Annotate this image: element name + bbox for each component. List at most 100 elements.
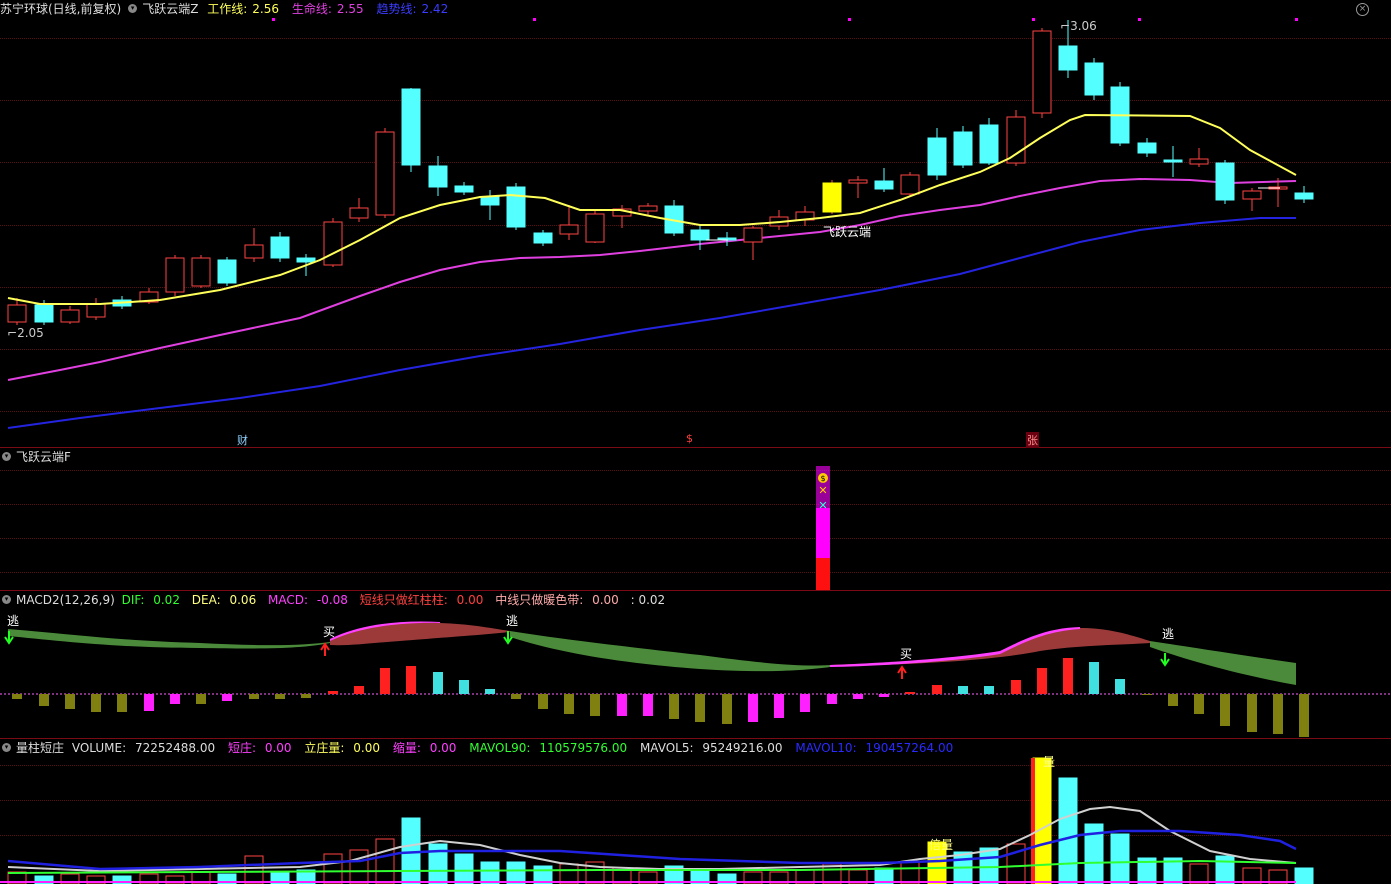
top-marker bbox=[1138, 18, 1141, 21]
price-panel-header: 苏宁环球(日线,前复权) ▾ 飞跃云端Z 工作线: 2.56 生命线: 2.55 趋势线… bbox=[0, 0, 458, 18]
event-finance-marker[interactable]: 财 bbox=[237, 432, 248, 448]
volume-bar bbox=[480, 861, 500, 884]
volume-bar bbox=[1215, 855, 1235, 884]
macd-histogram-bar bbox=[275, 694, 285, 699]
stand-volume-value: 立庄量: 0.00 bbox=[304, 741, 380, 755]
chevron-down-icon[interactable]: ▾ bbox=[128, 4, 138, 13]
volume-bar bbox=[900, 861, 920, 884]
macd-histogram-bar bbox=[853, 694, 863, 699]
candle-body bbox=[506, 186, 526, 228]
event-dollar-marker[interactable]: $ bbox=[686, 432, 693, 445]
candle-body bbox=[559, 224, 579, 235]
candle-body bbox=[874, 180, 894, 190]
candle-body bbox=[454, 185, 474, 193]
volume-bar bbox=[375, 838, 395, 884]
svg-text:✕: ✕ bbox=[818, 499, 827, 512]
signal-text: 飞跃云端 bbox=[823, 225, 872, 239]
candle-body bbox=[217, 259, 237, 284]
candle-body bbox=[1294, 192, 1314, 200]
volume-bar bbox=[323, 853, 343, 884]
life-line-label: 生命线: 2.55 bbox=[291, 2, 364, 16]
shrink-volume-value: 缩量: 0.00 bbox=[392, 741, 457, 755]
macd-histogram-bar bbox=[1247, 694, 1257, 732]
mavol5-value: MAVOL5: 95249216.00 bbox=[639, 741, 783, 755]
mavol90-value: MAVOL90: 110579576.00 bbox=[469, 741, 628, 755]
chevron-down-icon[interactable]: ▾ bbox=[2, 595, 11, 604]
dif-value: DIF: 0.02 bbox=[121, 593, 180, 607]
macd-panel[interactable]: ▾ MACD2(12,26,9) DIF: 0.02 DEA: 0.06 MACD… bbox=[0, 591, 1391, 738]
stock-title: 苏宁环球(日线,前复权) bbox=[0, 2, 122, 16]
macd-histogram-bar bbox=[1011, 680, 1021, 694]
macd-histogram-bar bbox=[117, 694, 127, 712]
price-panel[interactable]: 苏宁环球(日线,前复权) ▾ 飞跃云端Z 工作线: 2.56 生命线: 2.55 趋势线… bbox=[0, 0, 1391, 448]
candle-body bbox=[848, 179, 868, 184]
volume-panel-header: ▾ 量柱短庄 VOLUME: 72252488.00 短庄: 0.00 立庄量: … bbox=[0, 739, 963, 757]
candlestick-chart[interactable] bbox=[0, 0, 1391, 447]
candle-body bbox=[34, 304, 54, 323]
candle-body bbox=[480, 196, 500, 206]
buy-signal-2: 买 bbox=[900, 647, 913, 661]
candle-body bbox=[638, 205, 658, 212]
volume-panel[interactable]: ▾ 量柱短庄 VOLUME: 72252488.00 短庄: 0.00 立庄量: … bbox=[0, 739, 1391, 884]
volume-bar bbox=[1294, 867, 1314, 884]
macd-histogram-bar bbox=[222, 694, 232, 701]
macd-histogram-bar bbox=[1089, 662, 1099, 694]
top-marker bbox=[1032, 18, 1035, 21]
top-marker bbox=[533, 18, 536, 21]
volume-bar bbox=[506, 861, 526, 884]
buy-signal-1: 买 bbox=[323, 625, 336, 639]
macd-histogram-bar bbox=[433, 672, 443, 694]
candle-body bbox=[244, 244, 264, 259]
escape-signal-3: 逃 bbox=[1162, 627, 1175, 641]
candle-body bbox=[1242, 190, 1262, 200]
candle-body bbox=[60, 309, 80, 323]
candle-body bbox=[349, 207, 369, 219]
chevron-down-icon[interactable]: ▾ bbox=[2, 743, 11, 752]
macd-histogram-bar bbox=[1142, 694, 1152, 695]
volume-bar bbox=[979, 847, 999, 884]
macd-value: MACD: -0.08 bbox=[268, 593, 348, 607]
candle-body bbox=[585, 213, 605, 243]
chevron-down-icon[interactable]: ▾ bbox=[2, 452, 11, 461]
macd-histogram-bar bbox=[1273, 694, 1283, 734]
macd-histogram-bar bbox=[958, 686, 968, 694]
macd-histogram-bar bbox=[485, 689, 495, 694]
macd-histogram-bar bbox=[748, 694, 758, 722]
candle-body bbox=[86, 303, 106, 318]
top-marker bbox=[1295, 18, 1298, 21]
dif-dea-band bbox=[8, 629, 330, 649]
macd-histogram-bar bbox=[564, 694, 574, 714]
candle-body bbox=[7, 304, 27, 323]
volume-value: VOLUME: 72252488.00 bbox=[71, 741, 216, 755]
volume-bar bbox=[1110, 833, 1130, 884]
signal-panel[interactable]: ▾ 飞跃云端F $ ✕ ✕ bbox=[0, 448, 1391, 590]
macd-histogram-bar bbox=[301, 694, 311, 698]
candle-body bbox=[270, 236, 290, 259]
macd-histogram-bar bbox=[695, 694, 705, 722]
macd-histogram-bar bbox=[1115, 679, 1125, 694]
volume-bar bbox=[1058, 777, 1078, 884]
svg-text:✕: ✕ bbox=[818, 484, 827, 497]
macd-histogram-bar bbox=[827, 694, 837, 704]
indicator-name[interactable]: 飞跃云端Z bbox=[142, 2, 198, 16]
volume-chart[interactable] bbox=[0, 739, 1391, 884]
candle-body bbox=[1189, 158, 1209, 165]
low-price-label: ⌐2.05 bbox=[7, 326, 44, 340]
trend-line-label: 趋势线: 2.42 bbox=[376, 2, 449, 16]
candle-body bbox=[1137, 142, 1157, 154]
candle-body bbox=[1215, 162, 1235, 201]
macd-histogram-bar bbox=[617, 694, 627, 716]
volume-bar bbox=[454, 853, 474, 884]
macd-histogram-bar bbox=[590, 694, 600, 716]
macd-chart[interactable] bbox=[0, 591, 1391, 738]
work-line-label: 工作线: 2.56 bbox=[207, 2, 280, 16]
macd-histogram-bar bbox=[12, 694, 22, 699]
volume-bar bbox=[349, 849, 369, 884]
macd-histogram-bar bbox=[65, 694, 75, 709]
event-zhang-marker[interactable]: 张 bbox=[1026, 432, 1039, 448]
macd-title: MACD2(12,26,9) bbox=[16, 593, 115, 607]
macd-histogram-bar bbox=[905, 692, 915, 694]
macd-histogram-bar bbox=[669, 694, 679, 719]
short-zhuang-value: 短庄: 0.00 bbox=[227, 741, 292, 755]
macd-histogram-bar bbox=[380, 668, 390, 694]
